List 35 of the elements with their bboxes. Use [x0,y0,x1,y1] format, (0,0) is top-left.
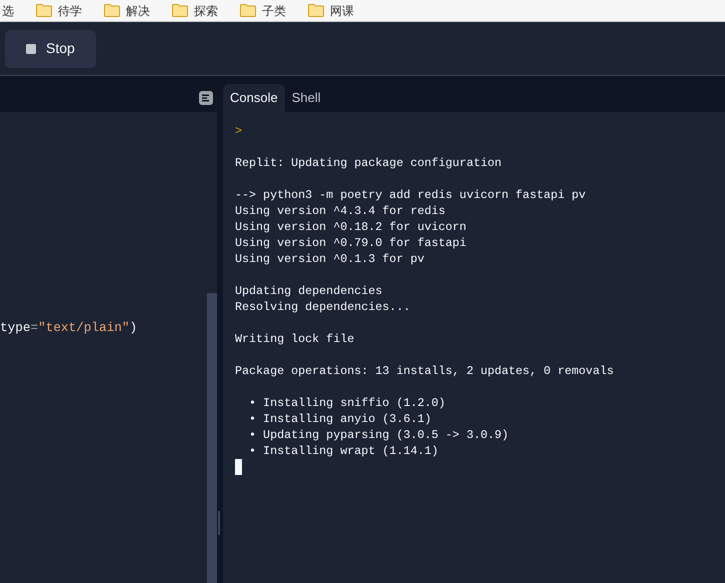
console-line: Writing lock file [235,332,354,346]
console-line: Updating dependencies [235,284,382,298]
console-line: • Installing wrapt (1.14.1) [248,444,438,458]
bookmark-link[interactable]: 选 [2,2,14,18]
console-line: --> python3 -m poetry add redis uvicorn fastapi pv [235,188,586,202]
bookmark-link[interactable]: 探索 [194,2,218,18]
console-line: Resolving dependencies... [235,300,410,314]
console-line: Package operations: 13 installs, 2 updates, 0 removals [235,364,614,378]
console-line: Using version ^0.1.3 for pv [235,252,424,266]
folder-icon [172,4,188,17]
tab[interactable]: Shell [284,84,328,112]
console-line: • Updating pyparsing (3.0.5 -> 3.0.9) [248,428,509,442]
prompt-symbol: > [235,124,242,138]
scrollbar[interactable] [207,293,217,583]
bookmark-link[interactable]: 网课 [330,2,354,18]
folder-icon [36,4,52,17]
console-line: Using version ^0.18.2 for uvicorn [235,220,466,234]
bookmark-link[interactable]: 子类 [262,2,286,18]
console-line: Using version ^4.3.4 for redis [235,204,446,218]
resize-handle[interactable] [218,511,220,535]
code-line: type="text/plain") [0,320,138,336]
stop-button[interactable]: Stop [5,30,96,68]
bookmark-link[interactable]: 待学 [58,2,82,18]
tab[interactable]: Console [223,84,285,112]
stop-icon [26,44,36,54]
console-line: Using version ^0.79.0 for fastapi [235,236,466,250]
folder-icon [308,4,324,17]
console-line: Replit: Updating package configuration [235,156,502,170]
text-cursor [235,459,242,475]
folder-icon [240,4,256,17]
bookmark-link[interactable]: 解决 [126,2,150,18]
console-line: • Installing anyio (3.6.1) [248,412,432,426]
panel-icon[interactable] [199,91,213,105]
folder-icon [104,4,120,17]
console-line: • Installing sniffio (1.2.0) [248,396,446,410]
